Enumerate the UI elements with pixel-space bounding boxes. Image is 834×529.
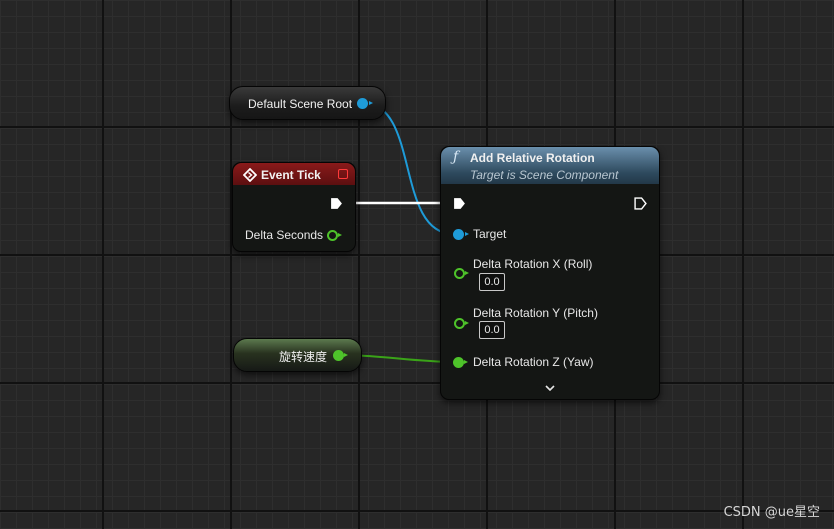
add-relative-rotation-node[interactable]: ƒ Add Relative Rotation Target is Scene … [440,146,660,400]
function-exec-out-pin[interactable] [634,197,647,210]
rotation-speed-output-pin[interactable] [333,350,348,361]
function-icon: ƒ [453,149,459,165]
pitch-input-pin[interactable] [454,318,469,329]
rotation-speed-variable-node[interactable]: 旋转速度 [233,338,362,372]
function-exec-in-pin[interactable] [453,197,466,210]
delta-seconds-label: Delta Seconds [245,228,324,242]
scene-root-label: Default Scene Root [248,97,353,111]
wire-layer [341,102,456,363]
pitch-label: Delta Rotation Y (Pitch) [473,306,598,320]
rotation-speed-label: 旋转速度 [279,350,328,364]
function-header: ƒ Add Relative Rotation Target is Scene … [441,147,659,184]
delegate-pin-icon[interactable] [338,169,348,179]
yaw-label: Delta Rotation Z (Yaw) [473,355,594,369]
function-title: Add Relative Rotation [470,151,595,165]
target-label: Target [473,227,507,241]
pitch-value-field[interactable]: 0.0 [479,321,505,339]
event-tick-title: Event Tick [261,168,321,182]
roll-label: Delta Rotation X (Roll) [473,257,593,271]
event-tick-header: Event Tick [233,163,355,185]
roll-input-pin[interactable] [454,268,469,279]
event-tick-node[interactable]: Event Tick Delta Seconds [232,162,356,252]
event-tick-exec-out-pin[interactable] [330,197,343,210]
target-input-pin[interactable] [453,229,469,240]
watermark: CSDN @ue星空 [723,505,820,520]
event-diamond-icon [243,168,257,182]
function-subtitle: Target is Scene Component [470,168,619,182]
delta-seconds-output-pin[interactable] [327,230,342,241]
scene-root-variable-node[interactable]: Default Scene Root [229,86,386,120]
expand-chevron-icon[interactable] [545,385,555,391]
yaw-input-pin[interactable] [453,357,468,368]
scene-root-output-pin[interactable] [357,98,373,109]
roll-value-field[interactable]: 0.0 [479,273,505,291]
